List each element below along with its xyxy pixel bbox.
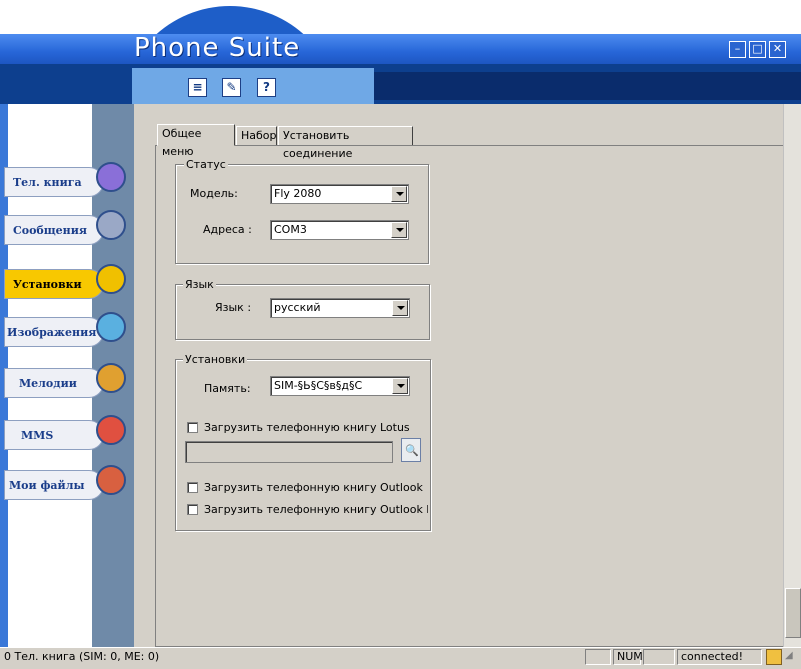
memory-select[interactable]: SIM-§Ь§С§в§д§С xyxy=(270,376,410,396)
tab-dial[interactable]: Набор xyxy=(236,126,277,145)
language-group-title: Язык xyxy=(183,278,216,291)
connection-icon xyxy=(766,649,782,665)
language-select-value: русский xyxy=(274,301,321,314)
balloon-icon xyxy=(96,415,126,445)
status-pane-empty-2 xyxy=(643,649,675,665)
sidebar-item-images[interactable]: Изображения xyxy=(4,317,104,347)
app-title: Phone Suite xyxy=(134,33,301,63)
address-select-value: COM3 xyxy=(274,223,307,236)
minimize-button[interactable]: – xyxy=(729,41,746,58)
language-select[interactable]: русский xyxy=(270,298,410,318)
sidebar-item-label: Установки xyxy=(13,278,82,291)
sidebar-item-label: Тел. книга xyxy=(13,176,82,189)
language-label: Язык : xyxy=(215,301,252,314)
folder-search-icon: 🔍 xyxy=(405,444,419,457)
model-select-value: Fly 2080 xyxy=(274,187,322,200)
model-select[interactable]: Fly 2080 xyxy=(270,184,409,204)
sidebar-item-label: Мелодии xyxy=(19,377,77,390)
settings-group-title: Установки xyxy=(183,353,248,366)
address-label: Адреса : xyxy=(203,223,252,236)
sidebar-item-my-files[interactable]: Мои файлы xyxy=(4,470,104,500)
chevron-down-icon[interactable] xyxy=(392,300,408,316)
envelope-icon xyxy=(96,210,126,240)
model-label: Модель: xyxy=(190,187,238,200)
sidebar-item-label: Сообщения xyxy=(13,224,88,237)
outlook-express-checkbox[interactable] xyxy=(187,504,198,515)
outlook-checkbox[interactable] xyxy=(187,482,198,493)
chevron-down-icon[interactable] xyxy=(391,222,407,238)
help-icon[interactable]: ? xyxy=(257,78,276,97)
sidebar-item-mms[interactable]: MMS xyxy=(4,420,104,450)
maximize-button[interactable]: □ xyxy=(749,41,766,58)
lotus-notes-label: Загрузить телефонную книгу Lotus Notes xyxy=(204,421,409,434)
resize-grip-icon[interactable]: ◢ xyxy=(785,650,793,661)
toolbar-highlight xyxy=(132,68,374,104)
title-bar xyxy=(0,34,801,64)
sidebar-item-label: Мои файлы xyxy=(9,479,85,492)
edit-icon[interactable]: ✎ xyxy=(222,78,241,97)
memory-select-value: SIM-§Ь§С§в§д§С xyxy=(274,379,363,392)
sidebar-item-phonebook[interactable]: Тел. книга xyxy=(4,167,104,197)
memory-label: Память: xyxy=(204,382,251,395)
page-icon[interactable]: ≡ xyxy=(188,78,207,97)
scrollbar-thumb[interactable] xyxy=(785,588,801,638)
sidebar-item-melodies[interactable]: Мелодии xyxy=(4,368,104,398)
outlook-label: Загрузить телефонную книгу Outlook xyxy=(204,481,423,494)
toolbar-right-bar xyxy=(374,72,801,100)
folder-icon xyxy=(96,465,126,495)
tools-icon xyxy=(96,264,126,294)
address-select[interactable]: COM3 xyxy=(270,220,409,240)
sidebar-item-label: MMS xyxy=(21,429,54,442)
tab-connection[interactable]: Установить соединение xyxy=(278,126,413,160)
status-group xyxy=(175,164,429,264)
picture-icon xyxy=(96,312,126,342)
saxophone-icon xyxy=(96,363,126,393)
status-pane-empty xyxy=(585,649,611,665)
close-button[interactable]: ✕ xyxy=(769,41,786,58)
status-phonebook-count: 0 Тел. книга (SIM: 0, ME: 0) xyxy=(4,650,160,663)
sidebar-item-settings[interactable]: Установки xyxy=(4,269,104,299)
tab-general-menu[interactable]: Общее меню xyxy=(157,124,235,158)
lotus-notes-checkbox[interactable] xyxy=(187,422,198,433)
chevron-down-icon[interactable] xyxy=(392,378,408,394)
status-num: NUM xyxy=(613,649,643,665)
sidebar-item-label: Изображения xyxy=(7,326,97,339)
outlook-express-label: Загрузить телефонную книгу Outlook Expre… xyxy=(204,503,428,516)
browse-button[interactable]: 🔍 xyxy=(401,438,421,462)
chevron-down-icon[interactable] xyxy=(391,186,407,202)
vertical-scrollbar[interactable] xyxy=(783,104,801,647)
phone-icon xyxy=(96,162,126,192)
file-path-field[interactable] xyxy=(185,441,393,463)
status-connection: connected! xyxy=(677,649,762,665)
sidebar-item-messages[interactable]: Сообщения xyxy=(4,215,104,245)
